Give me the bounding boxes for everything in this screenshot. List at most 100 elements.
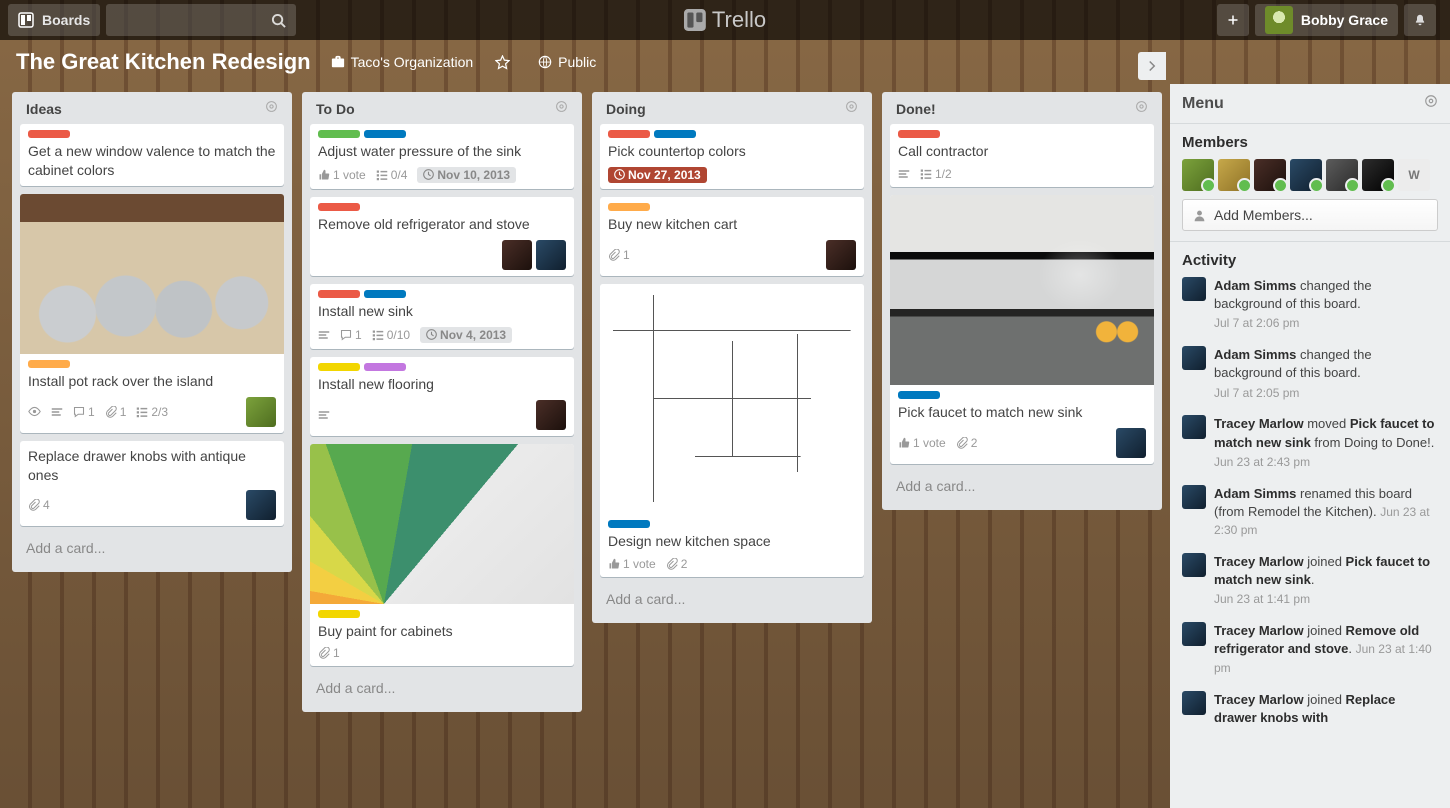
- label-orange[interactable]: [28, 360, 70, 368]
- card-members: [246, 490, 276, 520]
- card[interactable]: Buy new kitchen cart1: [600, 197, 864, 276]
- member-avatar[interactable]: [1362, 159, 1394, 191]
- menu-toggle[interactable]: [1138, 52, 1166, 80]
- card[interactable]: Remove old refrigerator and stove: [310, 197, 574, 276]
- card-badges: 1 vote2: [898, 428, 1146, 458]
- label-green[interactable]: [318, 130, 360, 138]
- label-red[interactable]: [608, 130, 650, 138]
- add-card-button[interactable]: Add a card...: [20, 534, 284, 562]
- label-blue[interactable]: [898, 391, 940, 399]
- member-avatar[interactable]: [1290, 159, 1322, 191]
- member-avatar[interactable]: [536, 240, 566, 270]
- label-red[interactable]: [28, 130, 70, 138]
- visibility-button[interactable]: Public: [538, 54, 596, 70]
- card[interactable]: Get a new window valence to match the ca…: [20, 124, 284, 186]
- member-avatar[interactable]: [1326, 159, 1358, 191]
- board-title[interactable]: The Great Kitchen Redesign: [16, 49, 311, 75]
- label-red[interactable]: [898, 130, 940, 138]
- member-avatar[interactable]: [246, 397, 276, 427]
- org-name: Taco's Organization: [351, 54, 474, 70]
- user-name: Bobby Grace: [1301, 12, 1388, 28]
- activity-avatar: [1182, 277, 1206, 301]
- card[interactable]: Install new flooring: [310, 357, 574, 436]
- card[interactable]: Replace drawer knobs with antique ones4: [20, 441, 284, 527]
- boards-label: Boards: [42, 12, 90, 28]
- person-icon: [1193, 209, 1206, 222]
- add-card-button[interactable]: Add a card...: [600, 585, 864, 613]
- label-yellow[interactable]: [318, 610, 360, 618]
- label-yellow[interactable]: [318, 363, 360, 371]
- card[interactable]: Install new sink10/10 Nov 4, 2013: [310, 284, 574, 349]
- member-avatar[interactable]: [1116, 428, 1146, 458]
- card[interactable]: Pick countertop colors Nov 27, 2013: [600, 124, 864, 189]
- description-badge: [318, 409, 330, 421]
- label-red[interactable]: [318, 203, 360, 211]
- label-purple[interactable]: [364, 363, 406, 371]
- card[interactable]: Design new kitchen space1 vote2: [600, 284, 864, 577]
- member-avatar[interactable]: [826, 240, 856, 270]
- list-menu[interactable]: [1135, 100, 1148, 118]
- member-avatar[interactable]: [536, 400, 566, 430]
- card[interactable]: Call contractor1/2: [890, 124, 1154, 187]
- add-members-button[interactable]: Add Members...: [1182, 199, 1438, 231]
- watch-badge: [28, 405, 41, 418]
- card-labels: [318, 290, 566, 298]
- add-button[interactable]: [1217, 4, 1249, 36]
- card-badges: 1 vote0/4 Nov 10, 2013: [318, 167, 566, 183]
- card-labels: [28, 130, 276, 138]
- label-red[interactable]: [318, 290, 360, 298]
- list: Doing Pick countertop colors Nov 27, 201…: [592, 92, 872, 623]
- label-blue[interactable]: [364, 130, 406, 138]
- visibility-label: Public: [558, 54, 596, 70]
- activity-heading: Activity: [1182, 252, 1438, 269]
- card-badges: 4: [28, 490, 276, 520]
- star-button[interactable]: [495, 55, 516, 70]
- description-badge: [318, 329, 330, 341]
- logo-text: Trello: [712, 7, 766, 33]
- search-icon: [271, 13, 286, 28]
- menu-settings[interactable]: [1424, 94, 1438, 113]
- member-avatar[interactable]: [1218, 159, 1250, 191]
- board-bar: The Great Kitchen Redesign Taco's Organi…: [0, 40, 1450, 84]
- notifications-button[interactable]: [1404, 4, 1436, 36]
- card-labels: [28, 360, 276, 368]
- card[interactable]: Adjust water pressure of the sink1 vote0…: [310, 124, 574, 189]
- list-title[interactable]: Doing: [606, 101, 845, 117]
- activity-avatar: [1182, 415, 1206, 439]
- label-blue[interactable]: [608, 520, 650, 528]
- list-title[interactable]: To Do: [316, 101, 555, 117]
- list: Ideas Get a new window valence to match …: [12, 92, 292, 572]
- card-labels: [608, 520, 856, 528]
- label-orange[interactable]: [608, 203, 650, 211]
- board: Ideas Get a new window valence to match …: [0, 84, 1170, 808]
- list-menu[interactable]: [845, 100, 858, 118]
- attachments-badge: 1: [318, 646, 340, 660]
- list-title[interactable]: Done!: [896, 101, 1135, 117]
- member-avatar[interactable]: W: [1398, 159, 1430, 191]
- list-title[interactable]: Ideas: [26, 101, 265, 117]
- card-title: Pick countertop colors: [608, 142, 856, 161]
- member-avatar[interactable]: [502, 240, 532, 270]
- member-avatar[interactable]: [246, 490, 276, 520]
- due-badge: Nov 10, 2013: [417, 167, 516, 183]
- add-card-button[interactable]: Add a card...: [310, 674, 574, 702]
- label-blue[interactable]: [364, 290, 406, 298]
- card-badges: 1/2: [898, 167, 1146, 181]
- search-input[interactable]: [106, 4, 296, 36]
- list-menu[interactable]: [555, 100, 568, 118]
- member-avatar[interactable]: [1254, 159, 1286, 191]
- star-icon: [495, 55, 510, 70]
- user-menu[interactable]: Bobby Grace: [1255, 4, 1398, 36]
- checklist-badge: 0/4: [376, 168, 408, 182]
- org-link[interactable]: Taco's Organization: [331, 54, 474, 70]
- globe-icon: [538, 55, 552, 69]
- member-avatar[interactable]: [1182, 159, 1214, 191]
- card[interactable]: Install pot rack over the island112/3: [20, 194, 284, 433]
- logo[interactable]: Trello: [684, 7, 766, 33]
- boards-button[interactable]: Boards: [8, 4, 100, 36]
- label-blue[interactable]: [654, 130, 696, 138]
- card[interactable]: Pick faucet to match new sink1 vote2: [890, 195, 1154, 464]
- list-menu[interactable]: [265, 100, 278, 118]
- add-card-button[interactable]: Add a card...: [890, 472, 1154, 500]
- card[interactable]: Buy paint for cabinets1: [310, 444, 574, 667]
